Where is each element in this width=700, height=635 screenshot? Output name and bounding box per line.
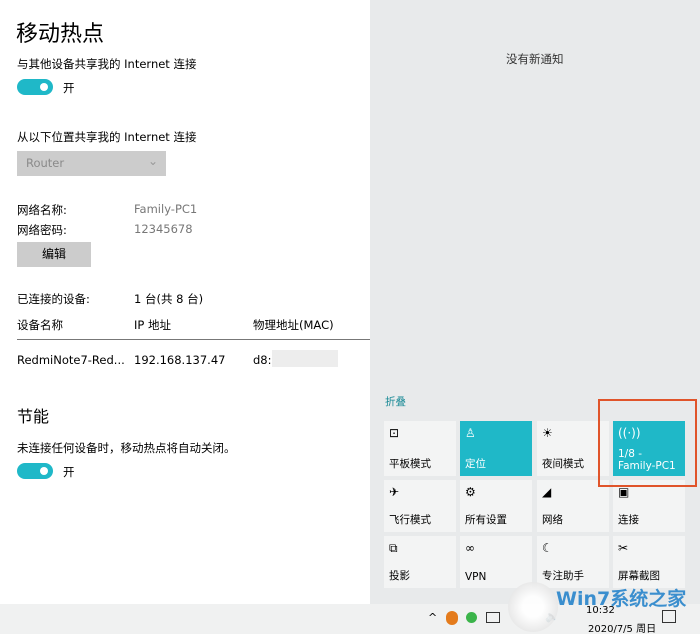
quick-action-tile[interactable]: ◢ 网络 xyxy=(537,480,609,532)
notification-icon[interactable] xyxy=(662,610,676,623)
quick-action-tile[interactable]: ⧉ 投影 xyxy=(384,536,456,588)
device-ip: 192.168.137.47 xyxy=(134,353,226,367)
qq-icon[interactable] xyxy=(446,611,458,625)
network-password-value: 12345678 xyxy=(134,222,193,236)
tile-label: 投影 xyxy=(389,570,410,582)
hotspot-settings-panel: 移动热点 与其他设备共享我的 Internet 连接 开 从以下位置共享我的 I… xyxy=(0,0,370,604)
wechat-icon[interactable] xyxy=(466,612,477,623)
airplane-icon: ✈ xyxy=(389,485,400,499)
show-hidden-icons-chevron-up-icon[interactable]: ^ xyxy=(428,611,437,624)
vpn-icon: ∞ xyxy=(465,541,475,555)
quick-action-tile[interactable]: ✈ 飞行模式 xyxy=(384,480,456,532)
tile-label: 网络 xyxy=(542,514,563,526)
watermark-logo xyxy=(508,582,558,632)
quick-action-tile[interactable]: ⊡ 平板模式 xyxy=(384,421,456,476)
tile-label: 连接 xyxy=(618,514,639,526)
action-center: 没有新通知 折叠 ⊡ 平板模式 ♙ 定位 ☀ 夜间模式 ((·)) 1/8 - Family-… xyxy=(370,0,700,604)
no-notifications: 没有新通知 xyxy=(506,52,564,66)
night-light-icon: ☀ xyxy=(542,426,553,440)
tile-label: 平板模式 xyxy=(389,458,431,470)
connect-icon: ▣ xyxy=(618,485,630,499)
column-header-ip: IP 地址 xyxy=(134,318,171,332)
tile-label: 夜间模式 xyxy=(542,458,584,470)
network-icon: ◢ xyxy=(542,485,552,499)
camera-icon[interactable] xyxy=(486,612,500,623)
screen-snip-icon: ✂ xyxy=(618,541,629,555)
table-divider xyxy=(17,339,370,340)
tile-label: 定位 xyxy=(465,458,486,470)
tile-label: 所有设置 xyxy=(465,514,507,526)
share-toggle-state: 开 xyxy=(63,81,75,95)
quick-action-tile[interactable]: ⚙ 所有设置 xyxy=(460,480,532,532)
connected-label: 已连接的设备: xyxy=(17,292,90,306)
tablet-mode-icon: ⊡ xyxy=(389,426,400,440)
quick-action-tile[interactable]: ♙ 定位 xyxy=(460,421,532,476)
collapse-link[interactable]: 折叠 xyxy=(385,394,406,409)
column-header-mac: 物理地址(MAC) xyxy=(253,318,334,332)
tile-label: VPN xyxy=(465,571,487,583)
power-toggle-state: 开 xyxy=(63,465,75,479)
quick-action-tile[interactable]: ☾ 专注助手 xyxy=(537,536,609,588)
focus-assist-icon: ☾ xyxy=(542,541,553,555)
share-toggle[interactable] xyxy=(17,79,53,95)
power-saving-label: 未连接任何设备时，移动热点将自动关闭。 xyxy=(17,441,236,455)
share-label: 与其他设备共享我的 Internet 连接 xyxy=(17,57,197,71)
column-header-name: 设备名称 xyxy=(17,318,63,332)
network-name-value: Family-PC1 xyxy=(134,202,198,216)
quick-action-tile[interactable]: ✂ 屏幕截图 xyxy=(613,536,685,588)
page-title: 移动热点 xyxy=(16,22,105,47)
taskbar: ^ 🔈 10:32 2020/7/5 周日 Win7系统之家 xyxy=(0,582,700,635)
tile-label: 屏幕截图 xyxy=(618,570,660,582)
settings-icon: ⚙ xyxy=(465,485,476,499)
project-icon: ⧉ xyxy=(389,541,398,555)
power-saving-toggle[interactable] xyxy=(17,463,53,479)
mac-redaction xyxy=(272,350,338,367)
connection-source-select[interactable]: Router ⌄ xyxy=(17,151,166,176)
device-name: RedmiNote7-Red... xyxy=(17,353,125,367)
from-label: 从以下位置共享我的 Internet 连接 xyxy=(17,130,197,144)
tile-label: 飞行模式 xyxy=(389,514,431,526)
network-name-label: 网络名称: xyxy=(17,203,67,217)
quick-action-tile[interactable]: ∞ VPN xyxy=(460,536,532,588)
connected-value: 1 台(共 8 台) xyxy=(134,292,204,306)
watermark-text: Win7系统之家 xyxy=(556,588,687,610)
quick-action-tile[interactable]: ▣ 连接 xyxy=(613,480,685,532)
power-saving-title: 节能 xyxy=(17,407,50,426)
network-password-label: 网络密码: xyxy=(17,223,67,237)
select-value: Router xyxy=(26,156,65,170)
chevron-down-icon: ⌄ xyxy=(147,154,158,168)
edit-button[interactable]: 编辑 xyxy=(17,242,91,267)
clock-date[interactable]: 2020/7/5 周日 xyxy=(588,620,656,635)
location-icon: ♙ xyxy=(465,426,476,440)
tile-label: 专注助手 xyxy=(542,570,584,582)
highlight-box xyxy=(598,399,697,487)
